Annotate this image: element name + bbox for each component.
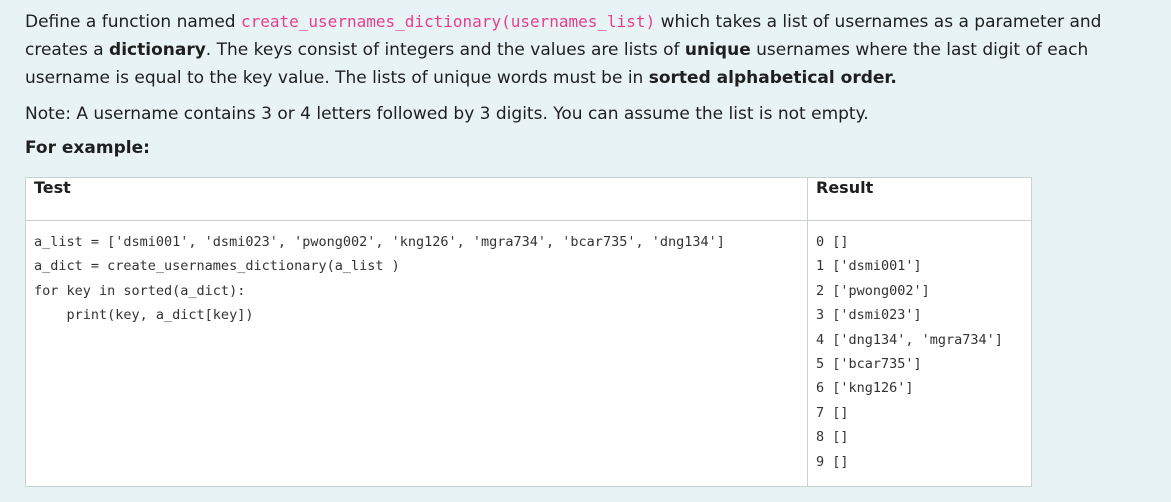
question-text: Define a function named create_usernames…: [25, 0, 1155, 162]
result-line: 7 []: [816, 404, 849, 421]
table-row: a_list = ['dsmi001', 'dsmi023', 'pwong00…: [25, 219, 1032, 488]
example-heading: For example:: [25, 138, 150, 158]
result-line: 4 ['dng134', 'mgra734']: [816, 331, 1003, 348]
table-header-row: Test Result: [25, 177, 1032, 221]
result-line: 0 []: [816, 234, 849, 250]
result-line: 5 ['bcar735']: [816, 356, 922, 373]
test-code-line: a_list = ['dsmi001', 'dsmi023', 'pwong00…: [34, 234, 725, 250]
desc-text-3: . The keys consist of integers and the v…: [205, 40, 685, 60]
function-signature: create_usernames_dictionary(usernames_li…: [240, 12, 656, 31]
test-code-line: for key in sorted(a_dict):: [34, 282, 246, 299]
desc-text-1: Define a function named: [25, 12, 241, 32]
result-cell: 0 [] 1 ['dsmi001'] 2 ['pwong002'] 3 ['ds…: [807, 219, 1032, 488]
result-line: 8 []: [816, 429, 849, 446]
result-line: 3 ['dsmi023']: [816, 307, 922, 324]
desc-bold-dictionary: dictionary: [109, 40, 206, 60]
desc-bold-unique: unique: [684, 40, 751, 60]
result-line: 6 ['kng126']: [816, 380, 914, 397]
header-result: Result: [807, 177, 1032, 221]
question-note: Note: A username contains 3 or 4 letters…: [25, 104, 869, 124]
test-code-line: a_dict = create_usernames_dictionary(a_l…: [34, 258, 400, 275]
result-line: 1 ['dsmi001']: [816, 258, 922, 275]
header-test: Test: [25, 177, 808, 221]
examples-table: Test Result a_list = ['dsmi001', 'dsmi02…: [25, 177, 1032, 488]
desc-bold-sorted: sorted alphabetical order.: [648, 68, 897, 88]
question-description: Define a function named create_usernames…: [25, 8, 1155, 92]
test-cell: a_list = ['dsmi001', 'dsmi023', 'pwong00…: [25, 219, 808, 488]
result-line: 9 []: [816, 453, 849, 470]
result-line: 2 ['pwong002']: [816, 282, 930, 299]
test-code-line: print(key, a_dict[key]): [34, 307, 254, 324]
